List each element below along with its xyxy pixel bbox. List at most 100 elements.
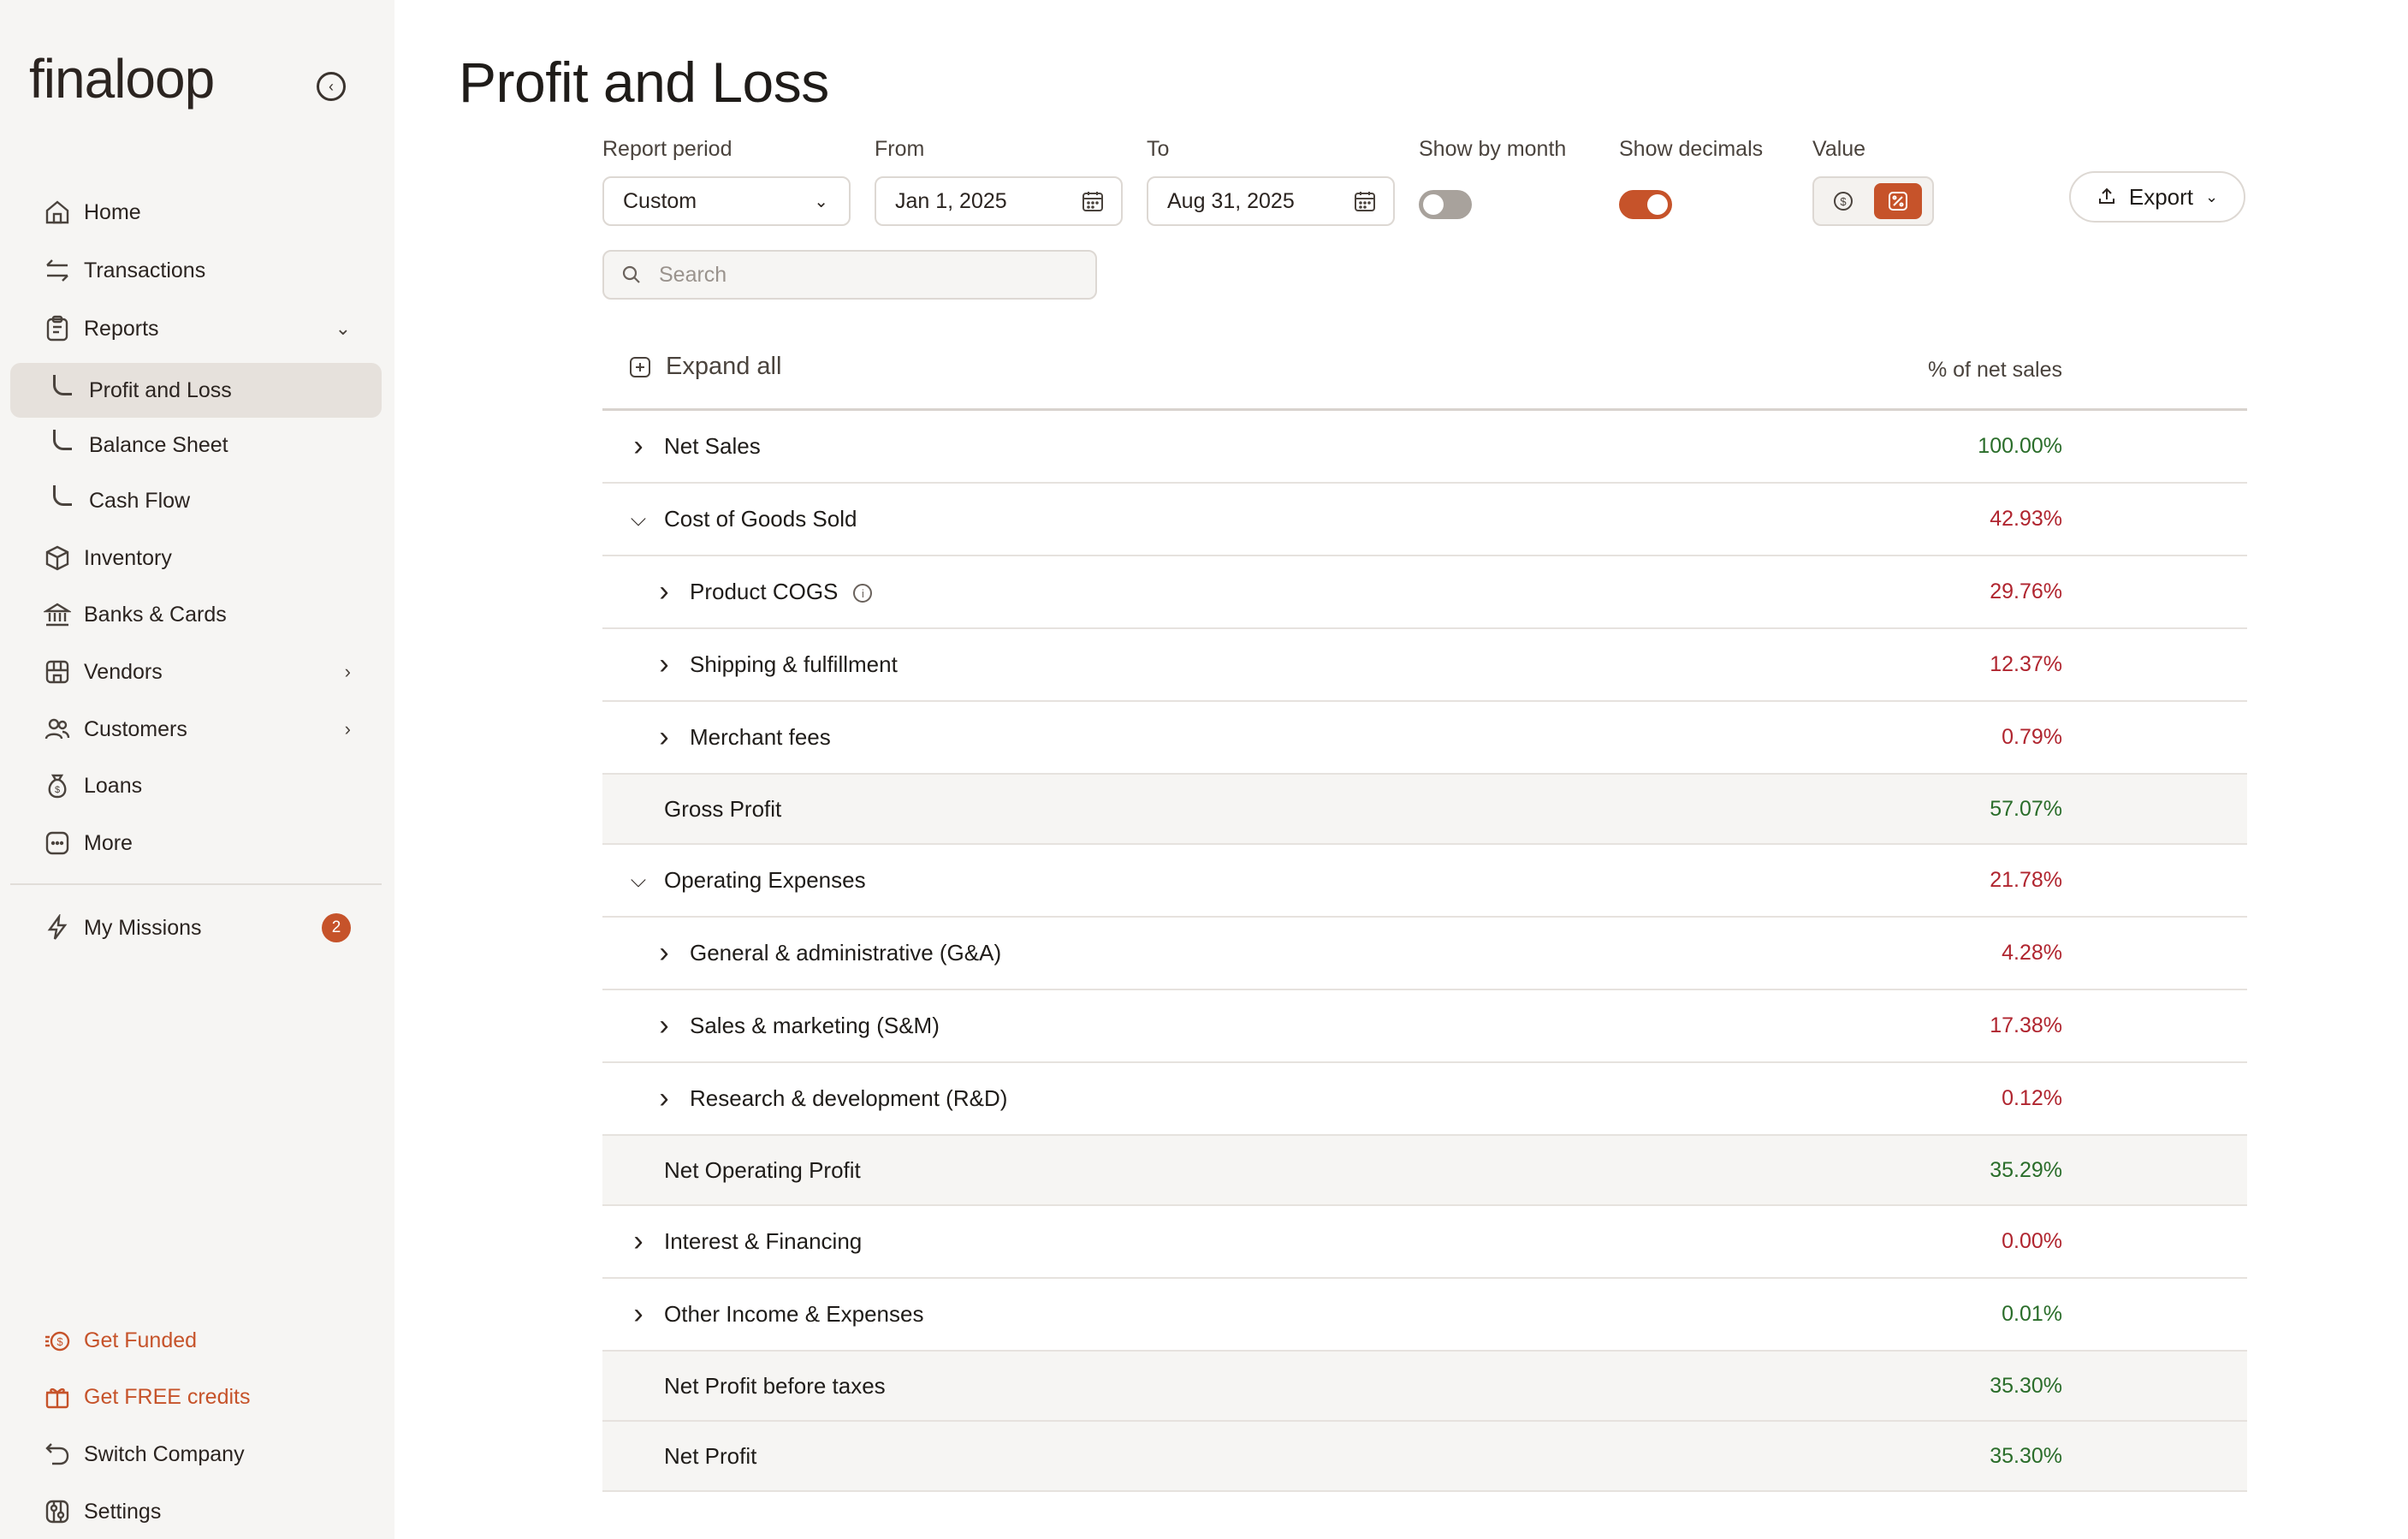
table-row[interactable]: ⌵ Cost of Goods Sold 42.93% xyxy=(602,484,2247,556)
search-icon xyxy=(622,265,640,283)
sidebar-item-switch-company[interactable]: Switch Company xyxy=(10,1427,382,1482)
row-percent-value: 29.76% xyxy=(1990,579,2062,603)
sidebar-item-balance-sheet[interactable]: Balance Sheet xyxy=(10,418,382,472)
svg-text:$: $ xyxy=(1840,195,1847,208)
pnl-table: Expand all % of net sales › Net Sales 100.… xyxy=(602,330,2247,1492)
dollar-icon: $ xyxy=(1834,192,1853,211)
table-row[interactable]: › General & administrative (G&A) 4.28% xyxy=(602,918,2247,990)
table-row[interactable]: › Merchant fees 0.79% xyxy=(602,702,2247,775)
chevron-right-icon: › xyxy=(344,718,351,740)
row-percent-value: 100.00% xyxy=(1978,434,2062,458)
funding-icon: $ xyxy=(41,1324,74,1357)
sidebar-item-transactions[interactable]: Transactions xyxy=(10,243,382,298)
sidebar-item-label: Customers xyxy=(84,716,187,741)
report-period-select[interactable]: Custom ⌄ xyxy=(602,176,851,226)
chevron-right-icon[interactable]: › xyxy=(628,430,649,463)
sidebar-item-reports[interactable]: Reports ⌄ xyxy=(10,301,382,356)
chevron-right-icon[interactable]: › xyxy=(654,575,674,609)
chevron-right-icon[interactable]: › xyxy=(654,1009,674,1043)
svg-text:$: $ xyxy=(56,1335,63,1348)
box-icon xyxy=(41,542,74,574)
to-date-value: Aug 31, 2025 xyxy=(1167,188,1295,213)
row-label: Interest & Financing xyxy=(664,1228,862,1255)
row-percent-value: 12.37% xyxy=(1990,652,2062,676)
row-percent-value: 0.79% xyxy=(2002,725,2062,749)
chevron-right-icon: › xyxy=(344,661,351,682)
table-row[interactable]: › Interest & Financing 0.00% xyxy=(602,1206,2247,1279)
sidebar-item-get-free-credits[interactable]: Get FREE credits xyxy=(10,1370,382,1424)
row-label-text: Net Profit before taxes xyxy=(664,1372,886,1399)
table-row[interactable]: › Product COGS i 29.76% xyxy=(602,556,2247,629)
sidebar-item-more[interactable]: More xyxy=(10,816,382,871)
chevron-right-icon[interactable]: › xyxy=(654,721,674,754)
chevron-right-icon[interactable]: › xyxy=(628,1298,649,1331)
show-by-month-toggle[interactable] xyxy=(1419,190,1472,219)
sidebar-item-customers[interactable]: Customers › xyxy=(10,702,382,757)
chevron-right-icon[interactable]: › xyxy=(654,1082,674,1115)
expand-all-button[interactable]: Expand all xyxy=(628,353,781,381)
table-row[interactable]: › Shipping & fulfillment 12.37% xyxy=(602,629,2247,702)
sidebar-divider xyxy=(10,883,382,885)
chevron-down-icon[interactable]: ⌵ xyxy=(628,508,649,532)
plus-square-icon xyxy=(630,356,650,377)
from-date-field[interactable]: Jan 1, 2025 xyxy=(875,176,1123,226)
store-icon xyxy=(41,656,74,688)
sidebar-item-inventory[interactable]: Inventory xyxy=(10,531,382,585)
dollar-value-button[interactable]: $ xyxy=(1819,183,1867,219)
missions-count-badge: 2 xyxy=(322,913,351,942)
show-decimals-toggle[interactable] xyxy=(1619,190,1672,219)
row-label-text: Research & development (R&D) xyxy=(690,1085,1008,1111)
row-label: Sales & marketing (S&M) xyxy=(690,1013,940,1039)
sidebar-item-label: Inventory xyxy=(84,545,172,570)
sidebar-item-profit-and-loss[interactable]: Profit and Loss xyxy=(10,363,382,418)
clipboard-icon xyxy=(41,312,74,345)
table-row[interactable]: › Sales & marketing (S&M) 17.38% xyxy=(602,990,2247,1063)
gift-icon xyxy=(41,1381,74,1413)
row-label-text: Shipping & fulfillment xyxy=(690,651,898,677)
table-row[interactable]: › Other Income & Expenses 0.01% xyxy=(602,1279,2247,1352)
chevron-right-icon[interactable]: › xyxy=(654,648,674,681)
collapse-sidebar-icon[interactable]: ‹ xyxy=(317,72,346,101)
row-label-text: Cost of Goods Sold xyxy=(664,506,857,532)
table-row[interactable]: › Net Sales 100.00% xyxy=(602,411,2247,484)
sidebar-item-loans[interactable]: $ Loans xyxy=(10,758,382,813)
chevron-right-icon[interactable]: › xyxy=(654,936,674,970)
row-percent-value: 35.30% xyxy=(1990,1373,2062,1398)
users-icon xyxy=(41,713,74,746)
sidebar-item-get-funded[interactable]: $ Get Funded xyxy=(10,1313,382,1368)
chevron-down-icon[interactable]: ⌵ xyxy=(628,869,649,893)
sidebar-item-banks-cards[interactable]: Banks & Cards xyxy=(10,587,382,642)
show-by-month-label: Show by month xyxy=(1419,137,1567,161)
table-row: Net Operating Profit 35.29% xyxy=(602,1136,2247,1206)
percent-value-button[interactable] xyxy=(1874,183,1922,219)
table-row: Net Profit before taxes 35.30% xyxy=(602,1352,2247,1422)
export-button[interactable]: Export ⌄ xyxy=(2069,171,2245,223)
sidebar-item-cash-flow[interactable]: Cash Flow xyxy=(10,473,382,528)
info-icon[interactable]: i xyxy=(853,584,873,603)
row-percent-value: 4.28% xyxy=(2002,941,2062,965)
percent-icon xyxy=(1889,192,1907,211)
table-row[interactable]: ⌵ Operating Expenses 21.78% xyxy=(602,845,2247,918)
sidebar-item-home[interactable]: Home xyxy=(10,185,382,240)
sidebar-item-label: Reports xyxy=(84,316,159,341)
sidebar-item-vendors[interactable]: Vendors › xyxy=(10,645,382,699)
row-percent-value: 17.38% xyxy=(1990,1013,2062,1037)
table-header: Expand all % of net sales xyxy=(602,330,2247,411)
row-label: Research & development (R&D) xyxy=(690,1085,1007,1112)
sidebar-item-settings[interactable]: Settings xyxy=(10,1484,382,1539)
lightning-icon xyxy=(41,912,74,944)
row-label-text: Merchant fees xyxy=(690,724,831,750)
finaloop-logo[interactable]: finaloop xyxy=(29,45,215,113)
chevron-right-icon[interactable]: › xyxy=(628,1225,649,1258)
sidebar-item-label: Loans xyxy=(84,773,143,798)
sidebar-item-my-missions[interactable]: My Missions 2 xyxy=(10,900,382,955)
table-row[interactable]: › Research & development (R&D) 0.12% xyxy=(602,1063,2247,1136)
search-field[interactable] xyxy=(602,250,1097,300)
row-percent-value: 0.00% xyxy=(2002,1229,2062,1253)
sidebar-item-label: Home xyxy=(84,199,141,224)
to-date-field[interactable]: Aug 31, 2025 xyxy=(1147,176,1395,226)
search-input[interactable] xyxy=(659,262,1053,288)
sidebar-item-label: Settings xyxy=(84,1499,162,1524)
more-icon xyxy=(41,827,74,859)
row-label-text: Net Sales xyxy=(664,433,761,459)
